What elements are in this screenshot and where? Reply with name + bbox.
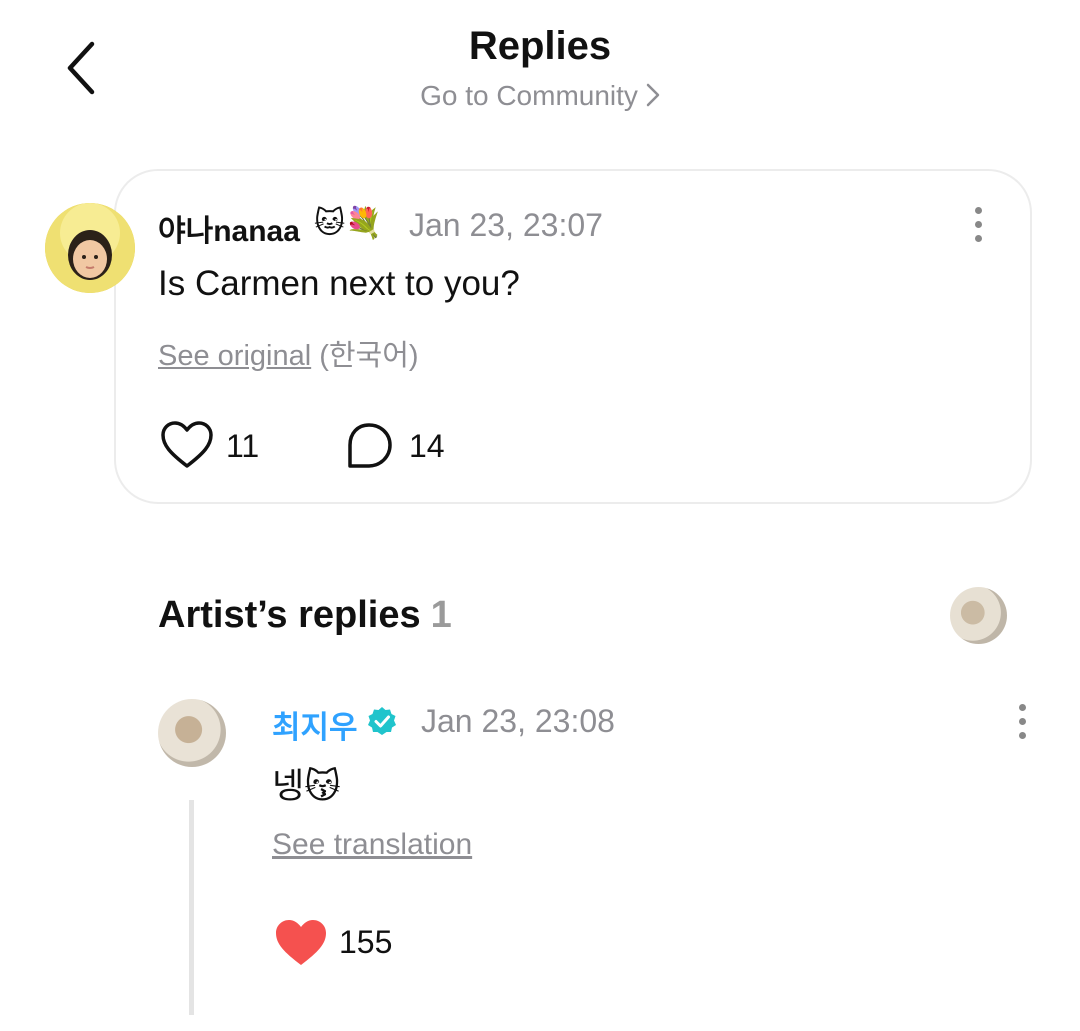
reply-timestamp: Jan 23, 23:08 xyxy=(421,703,615,739)
artist-replies-count: 1 xyxy=(430,594,452,636)
see-translation-link[interactable]: See translation xyxy=(272,828,472,862)
heart-filled-icon xyxy=(276,920,326,965)
reply-body: 넹😽 xyxy=(272,767,341,806)
chevron-right-icon xyxy=(646,82,660,114)
go-to-community-link[interactable]: Go to Community xyxy=(0,80,1080,114)
more-dot xyxy=(974,220,982,228)
see-original-row: See original (한국어) xyxy=(158,332,419,374)
heart-outline-icon xyxy=(161,421,213,468)
reply-like-count: 155 xyxy=(339,924,393,960)
more-vertical-icon xyxy=(974,206,982,214)
more-dot xyxy=(1018,731,1026,739)
avatar[interactable] xyxy=(45,203,135,293)
artist-username[interactable]: 최지우 xyxy=(272,702,358,747)
community-link-label: Go to Community xyxy=(420,80,638,111)
post-body: Is Carmen next to you? xyxy=(158,264,520,303)
more-vertical-icon xyxy=(1018,703,1026,711)
avatar-illustration xyxy=(45,203,135,293)
see-original-link[interactable]: See original xyxy=(158,340,311,372)
replies-screen: Replies Go to Community 야나nanaa 🐱💐 Jan 2… xyxy=(0,0,1080,1031)
artist-avatar-button[interactable] xyxy=(950,587,1007,644)
reply-more-button[interactable] xyxy=(1002,699,1042,743)
more-dot xyxy=(974,234,982,242)
artist-replies-label: Artist’s replies xyxy=(158,594,421,636)
username-emoji: 🐱💐 xyxy=(314,207,383,240)
artist-replies-title: Artist’s replies 1 xyxy=(158,594,452,637)
original-language: (한국어) xyxy=(319,340,419,372)
artist-avatar[interactable] xyxy=(158,699,226,767)
like-button[interactable] xyxy=(160,420,216,472)
comment-count: 14 xyxy=(409,428,445,464)
post-username[interactable]: 야나nanaa xyxy=(158,206,300,250)
verified-badge-icon xyxy=(368,707,396,735)
comment-bubble-icon xyxy=(348,423,392,468)
post-more-button[interactable] xyxy=(958,202,998,246)
post-timestamp: Jan 23, 23:07 xyxy=(409,207,603,243)
reply-like-button[interactable] xyxy=(274,918,330,970)
page-title: Replies xyxy=(468,24,612,68)
thread-line xyxy=(189,800,194,1015)
like-count: 11 xyxy=(226,428,260,464)
more-dot xyxy=(1018,717,1026,725)
comment-button[interactable] xyxy=(344,421,396,473)
